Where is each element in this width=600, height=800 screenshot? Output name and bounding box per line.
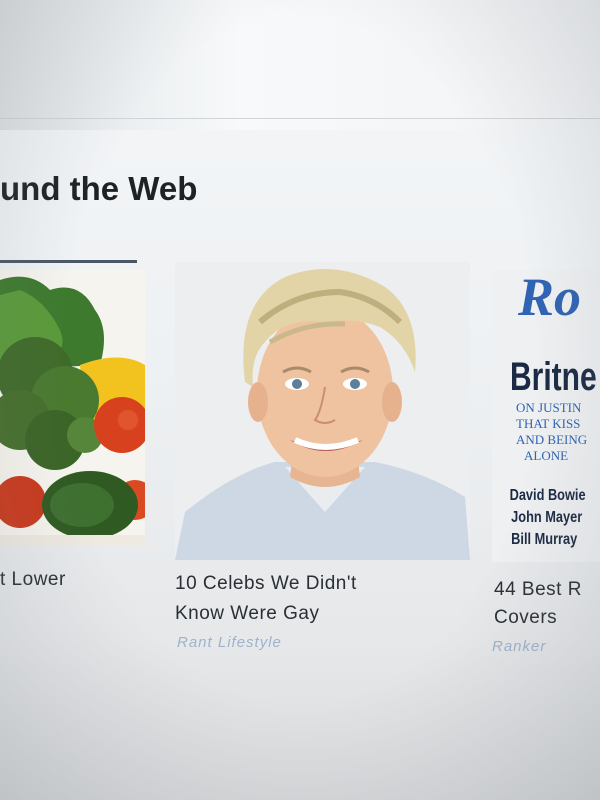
vegetables-thumbnail[interactable] <box>0 270 145 545</box>
article-title-line-2[interactable]: Covers <box>494 603 557 633</box>
header-area <box>0 0 600 130</box>
magazine-logo: Ro <box>517 270 581 327</box>
article-title[interactable]: t Lower <box>0 565 66 595</box>
vegetables-image <box>0 270 145 545</box>
section-title-underline <box>0 260 137 263</box>
magazine-subline-1: ON JUSTIN <box>516 400 582 415</box>
section-title: und the Web <box>0 170 198 207</box>
web-page: und the Web t Lower 10 Celebs We Didn't … <box>0 0 600 800</box>
magazine-cover-image: Ro Britne ON JUSTIN THAT KISS AND BEING … <box>492 270 600 562</box>
magazine-subline-4: ALONE <box>524 448 568 463</box>
article-card-2[interactable]: 10 Celebs We Didn't Know Were Gay Rant L… <box>175 262 475 662</box>
magazine-thumbnail[interactable]: Ro Britne ON JUSTIN THAT KISS AND BEING … <box>492 270 600 562</box>
article-source[interactable]: Rant Lifestyle <box>177 634 282 651</box>
article-title-line-1[interactable]: 44 Best R <box>494 575 582 605</box>
portrait-thumbnail[interactable] <box>175 262 470 560</box>
header-divider <box>0 118 600 119</box>
article-card-3[interactable]: Ro Britne ON JUSTIN THAT KISS AND BEING … <box>492 270 600 670</box>
magazine-headline: Britne <box>510 355 597 399</box>
article-title-line-1[interactable]: 10 Celebs We Didn't <box>175 569 357 599</box>
article-title-line-2[interactable]: Know Were Gay <box>175 599 319 629</box>
magazine-name-2: John Mayer <box>511 509 582 527</box>
portrait-image <box>175 262 470 560</box>
article-card-1[interactable]: t Lower <box>0 270 150 600</box>
article-source[interactable]: Ranker <box>492 638 546 655</box>
magazine-name-3: Bill Murray <box>511 531 577 549</box>
magazine-subline-3: AND BEING <box>516 432 587 447</box>
magazine-name-1: David Bowie <box>510 487 586 505</box>
magazine-subline-2: THAT KISS <box>516 416 580 431</box>
